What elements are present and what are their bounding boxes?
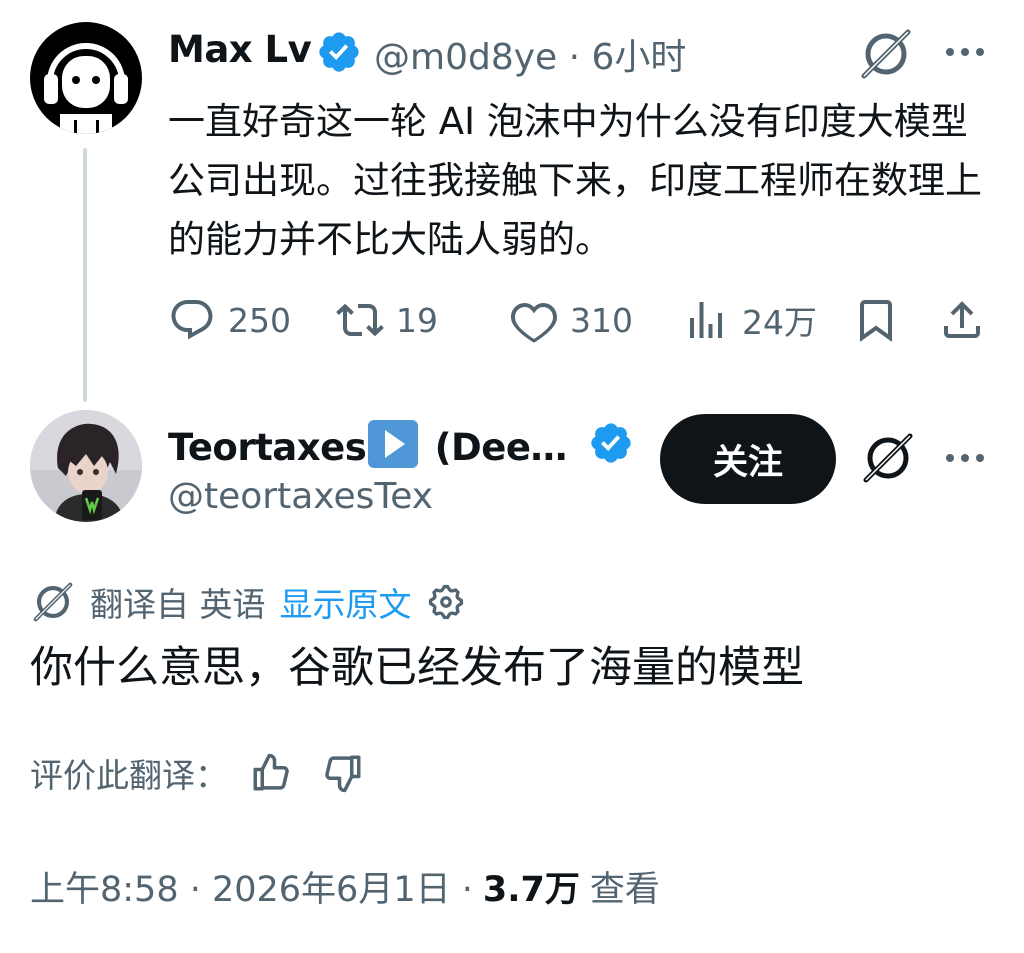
author-handle[interactable]: @m0d8ye (374, 37, 557, 78)
retweet-icon (336, 303, 384, 337)
tweet-time[interactable]: 6小时 (592, 37, 687, 78)
translated-from-label: 翻译自 英语 (90, 585, 266, 624)
avatar[interactable] (30, 410, 142, 522)
gear-icon[interactable] (426, 582, 466, 622)
views-count: 3.7万 (482, 869, 580, 910)
reply-button[interactable]: 250 (168, 290, 291, 350)
thumbs-down-icon[interactable] (322, 752, 364, 794)
more-icon[interactable] (940, 438, 990, 478)
like-count: 310 (570, 300, 633, 340)
views-button[interactable]: 24万 (682, 290, 817, 350)
show-original-link[interactable]: 显示原文 (280, 578, 412, 626)
separator-dot: · (568, 37, 592, 78)
retweet-button[interactable]: 19 (336, 290, 438, 350)
author-handle[interactable]: @teortaxesTex (168, 476, 433, 517)
tweet-meta: 上午8:58 · 2026年6月1日 · 3.7万 查看 (30, 858, 660, 914)
play-emoji-icon (368, 420, 419, 468)
grok-icon (33, 582, 73, 622)
like-button[interactable]: 310 (510, 290, 633, 350)
tweet-timestamp[interactable]: 上午8:58 · 2026年6月1日 · (30, 861, 473, 912)
tweet-text: 一直好奇这一轮 AI 泡沫中为什么没有印度大模型公司出现。过往我接触下来，印度工… (168, 100, 982, 261)
views-label: 查看 (589, 869, 660, 910)
follow-button[interactable]: 关注 (660, 414, 836, 504)
reply-count: 250 (228, 300, 291, 340)
reply-icon (171, 300, 213, 340)
views-count: 24万 (742, 303, 817, 342)
grok-icon[interactable] (858, 26, 914, 82)
translation-bar: 翻译自 英语 显示原文 (30, 578, 466, 626)
share-button[interactable] (938, 290, 998, 350)
retweet-count: 19 (396, 300, 438, 340)
verified-badge-icon[interactable] (588, 420, 634, 466)
thread-line (83, 148, 87, 402)
more-icon[interactable] (940, 32, 990, 72)
author-name[interactable]: Max Lv (168, 28, 312, 71)
avatar[interactable] (30, 22, 142, 134)
rate-translation: 评价此翻译： (30, 746, 364, 800)
grok-icon[interactable] (860, 430, 916, 486)
share-icon (944, 301, 980, 338)
bookmark-button[interactable] (852, 290, 912, 350)
bookmark-icon (860, 300, 892, 342)
author-name-suffix[interactable]: (Dee… (435, 426, 568, 469)
heart-icon (511, 302, 557, 343)
verified-badge-icon[interactable] (316, 29, 362, 75)
tweet-text: 你什么意思，谷歌已经发布了海量的模型 (30, 643, 804, 693)
rate-translation-label: 评价此翻译： (30, 756, 228, 795)
thumbs-up-icon[interactable] (250, 752, 292, 794)
tweet-actions: 250 19 310 24万 (168, 290, 988, 350)
views-icon (690, 302, 722, 338)
author-name[interactable]: Teortaxes (168, 426, 367, 469)
